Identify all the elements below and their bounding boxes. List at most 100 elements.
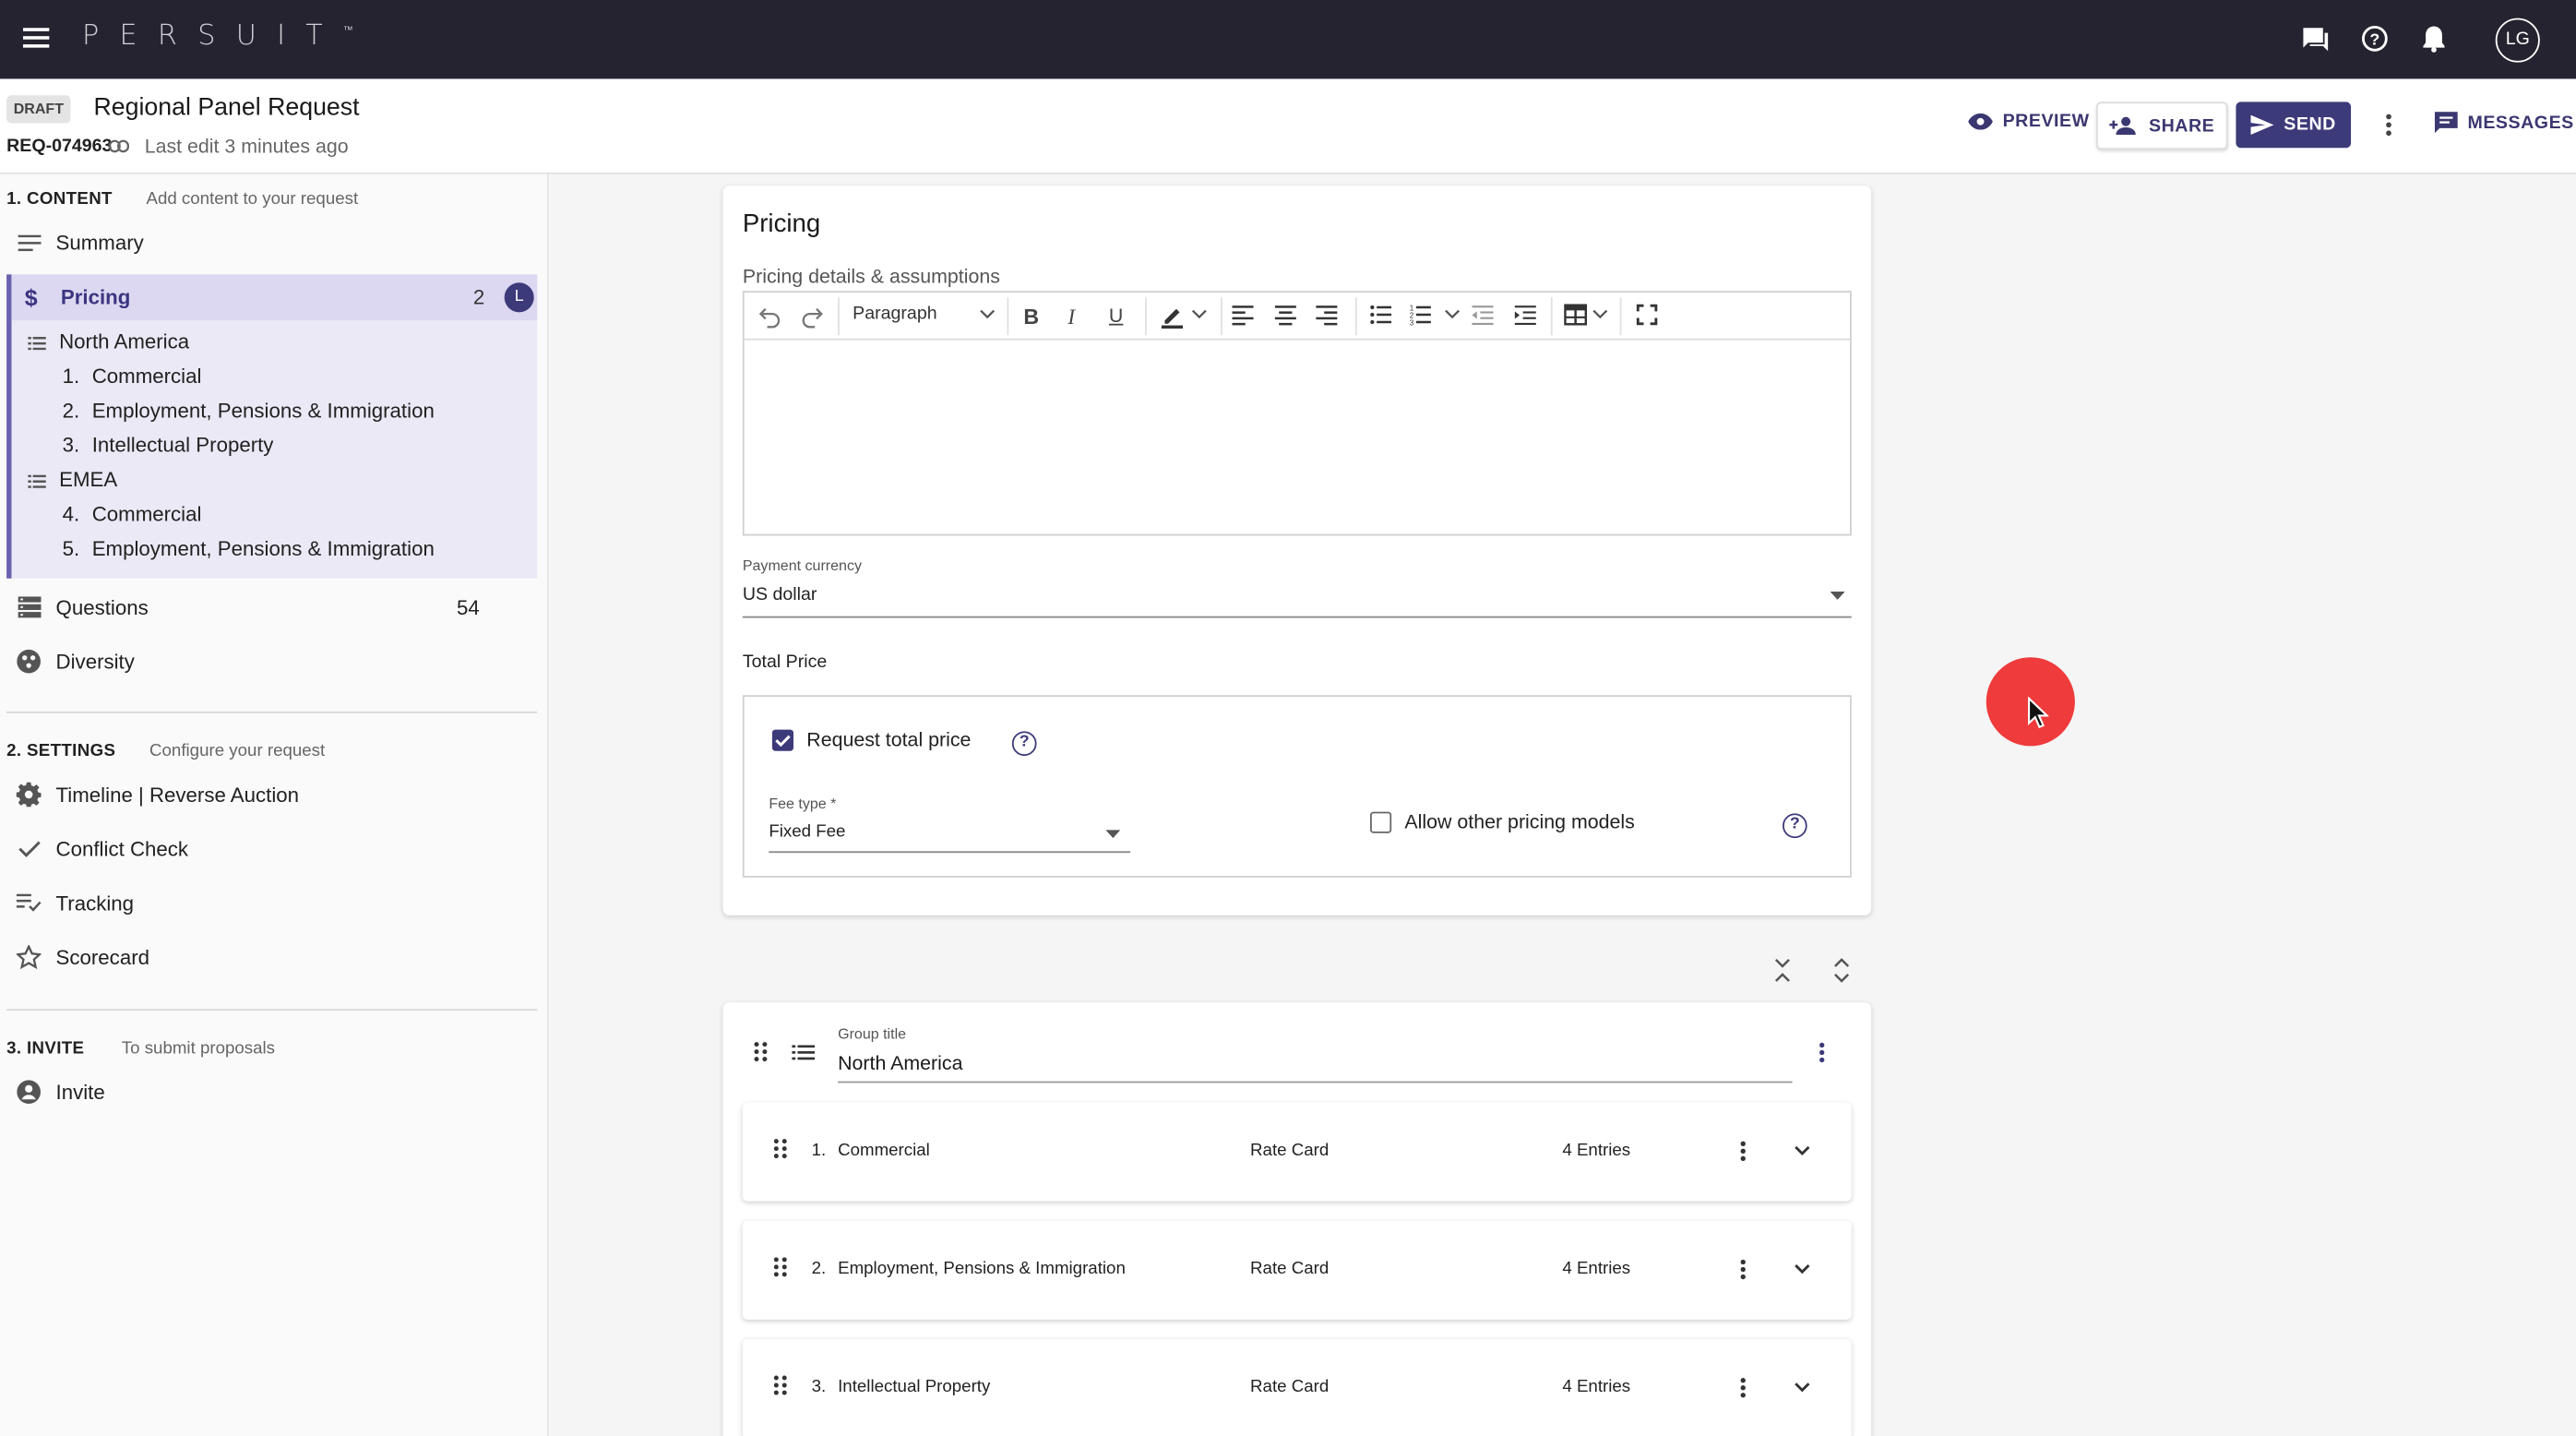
tree-item[interactable]: 5. Employment, Pensions & Immigration [63,537,435,560]
pricing-row[interactable]: 3. Intellectual Property Rate Card 4 Ent… [742,1339,1852,1436]
list-icon [28,336,46,350]
sidebar-item-pricing[interactable]: $ Pricing 2 L [11,274,538,321]
content-section-subtitle: Add content to your request [146,188,359,209]
help-icon[interactable]: ? [1011,731,1037,757]
redo-icon[interactable] [800,304,825,329]
drag-handle-icon[interactable] [773,1375,787,1395]
top-bar: PERSUIT™ ? LG [0,0,2576,79]
gear-icon [16,782,42,808]
preview-button[interactable]: PREVIEW [1968,112,2089,131]
sidebar-item-diversity[interactable]: Diversity [17,649,135,674]
svg-text:?: ? [2369,30,2379,49]
tree-item[interactable]: 1. Commercial [63,365,202,388]
fullscreen-icon[interactable] [1636,304,1661,329]
more-options-icon[interactable] [2385,114,2391,137]
more-options-icon[interactable] [1740,1377,1747,1398]
sidebar: 1. CONTENT Add content to your request S… [0,174,549,1436]
more-options-icon[interactable] [1819,1042,1825,1063]
pricing-section: $ Pricing 2 L North America 1. Commercial… [6,274,538,579]
row-name: Commercial [838,1140,930,1161]
toolbar-separator [1220,297,1222,336]
pricing-row[interactable]: 2. Employment, Pensions & Immigration Ra… [742,1220,1852,1320]
share-button[interactable]: SHARE [2096,102,2228,150]
chevron-down-icon[interactable] [1794,1382,1810,1393]
pricing-row[interactable]: 1. Commercial Rate Card 4 Entries [742,1102,1852,1202]
group-title-label: Group title [838,1025,907,1042]
tree-group-north-america[interactable]: North America [28,330,189,353]
copy-link-icon[interactable] [108,139,130,153]
checklist-icon [16,891,42,915]
chat-icon[interactable] [2302,26,2330,52]
sidebar-item-timeline[interactable]: Timeline | Reverse Auction [16,782,299,808]
tree-item[interactable]: 4. Commercial [63,503,202,526]
align-center-icon[interactable] [1274,304,1300,329]
sidebar-item-tracking[interactable]: Tracking [16,891,134,915]
chevron-down-icon[interactable] [1191,305,1216,330]
persuit-logo[interactable]: PERSUIT™ [82,19,353,53]
user-avatar[interactable]: LG [2495,18,2540,63]
tree-item[interactable]: 3. Intellectual Property [63,434,274,457]
numbered-list-icon[interactable]: 123 [1410,304,1435,329]
notifications-bell-icon[interactable] [2422,25,2447,53]
star-icon [16,944,42,970]
sidebar-item-questions[interactable]: Questions [17,595,149,620]
help-icon[interactable]: ? [2361,25,2389,53]
toolbar-separator [838,297,840,336]
bold-icon[interactable]: B [1023,304,1048,329]
undo-icon[interactable] [757,304,782,329]
expand-all-icon[interactable] [1831,958,1851,983]
bullet-list-icon[interactable] [1370,304,1395,329]
sidebar-item-scorecard[interactable]: Scorecard [16,944,149,970]
underline-icon[interactable]: U [1109,304,1134,329]
drag-handle-icon[interactable] [773,1139,787,1159]
chevron-down-icon[interactable] [1794,1145,1810,1156]
dropdown-arrow-icon[interactable] [1105,830,1121,839]
sidebar-item-conflict-check[interactable]: Conflict Check [17,836,188,861]
total-price-label: Total Price [742,652,828,673]
more-options-icon[interactable] [1740,1259,1747,1280]
chevron-down-icon[interactable] [1592,305,1616,330]
paragraph-style-select[interactable]: Paragraph [853,304,936,323]
tree-item[interactable]: 2. Employment, Pensions & Immigration [63,400,435,423]
highlight-icon[interactable] [1160,304,1185,329]
mouse-cursor-icon [2027,696,2049,730]
help-icon[interactable]: ? [1782,813,1807,839]
align-right-icon[interactable] [1316,304,1341,329]
indent-icon[interactable] [1514,304,1540,329]
check-icon [17,836,42,861]
allow-other-pricing-checkbox[interactable] [1370,811,1392,833]
collapse-all-icon[interactable] [1772,958,1792,983]
drag-handle-icon[interactable] [773,1257,787,1277]
chevron-down-icon[interactable] [1794,1263,1810,1274]
more-options-icon[interactable] [1740,1141,1747,1162]
total-price-box: Request total price ? Fee type * Fixed F… [742,695,1852,878]
dropdown-arrow-icon[interactable] [1830,592,1845,600]
chevron-down-icon[interactable] [979,305,1004,330]
pricing-details-label: Pricing details & assumptions [742,264,1000,288]
payment-currency-select[interactable]: US dollar [743,585,817,604]
chevron-down-icon[interactable] [1444,305,1469,330]
invite-section-subtitle: To submit proposals [121,1038,276,1059]
group-title-input[interactable]: North America [838,1052,962,1075]
add-people-icon [2109,116,2139,136]
hamburger-menu-icon[interactable] [22,26,50,49]
table-icon[interactable] [1564,304,1589,329]
tree-group-emea[interactable]: EMEA [28,468,117,491]
sidebar-item-summary[interactable]: Summary [17,230,144,255]
row-number: 2. [811,1258,827,1279]
send-button[interactable]: SEND [2236,102,2352,149]
italic-icon[interactable]: I [1067,304,1092,329]
align-left-icon[interactable] [1232,304,1257,329]
toolbar-separator [1145,297,1147,336]
request-total-price-checkbox[interactable] [771,729,794,751]
sidebar-item-invite[interactable]: Invite [17,1080,105,1105]
pricing-card-title: Pricing [742,209,821,239]
account-circle-icon [17,1080,42,1105]
drag-handle-icon[interactable] [754,1042,768,1062]
toolbar-separator [1355,297,1357,336]
outdent-icon[interactable] [1472,304,1497,329]
messages-button[interactable]: MESSAGES [2434,112,2574,134]
page-title[interactable]: Regional Panel Request [93,93,359,121]
fee-type-select[interactable]: Fixed Fee [769,821,845,841]
assignee-avatar[interactable]: L [504,282,534,313]
